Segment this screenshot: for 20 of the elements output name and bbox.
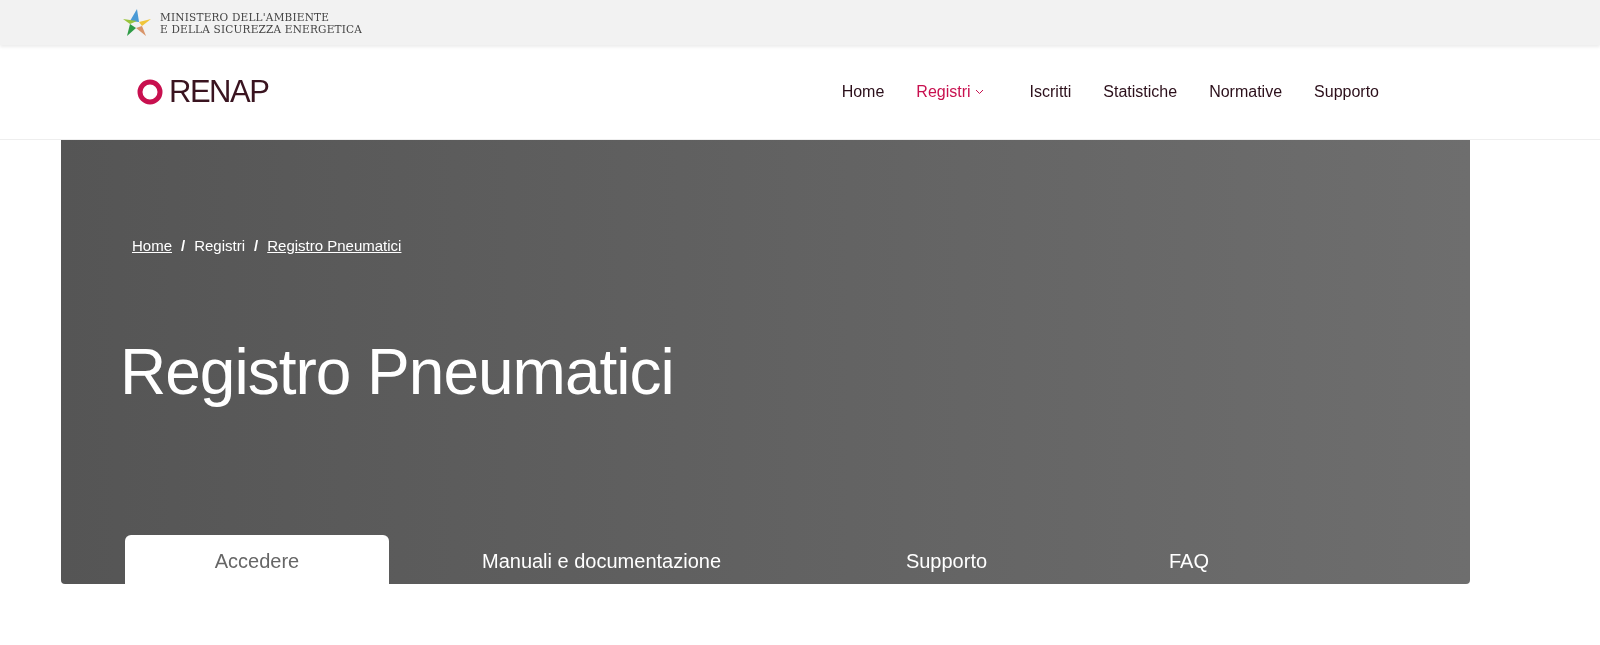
tab[interactable]: FAQ <box>1079 535 1299 584</box>
nav-link[interactable]: Iscritti <box>1013 80 1088 104</box>
tab[interactable]: Supporto <box>814 535 1079 584</box>
page-title: Registro Pneumatici <box>120 334 675 410</box>
nav-link[interactable]: Home <box>825 80 901 104</box>
nav-link[interactable]: Normative <box>1193 80 1299 104</box>
breadcrumb-separator: / <box>181 236 186 256</box>
brand-name[interactable]: RENAP <box>169 68 269 116</box>
tab[interactable]: Manuali e documentazione <box>389 535 814 584</box>
breadcrumb-separator: / <box>254 236 259 256</box>
nav-link[interactable]: Supporto <box>1298 80 1395 104</box>
ministry-name: MINISTERO DELL'AMBIENTE E DELLA SICUREZZA ENERGETICA <box>160 10 363 35</box>
tab[interactable]: Accedere <box>125 535 389 584</box>
ring-logo-icon <box>135 77 165 107</box>
star-logo-icon <box>122 7 152 38</box>
nav-link[interactable]: Registri <box>900 80 1014 104</box>
nav-link[interactable]: Statistiche <box>1087 80 1194 104</box>
breadcrumb-link[interactable]: Home <box>132 235 172 258</box>
breadcrumb-item: Registri <box>194 236 246 256</box>
breadcrumb-link[interactable]: Registro Pneumatici <box>267 235 402 258</box>
